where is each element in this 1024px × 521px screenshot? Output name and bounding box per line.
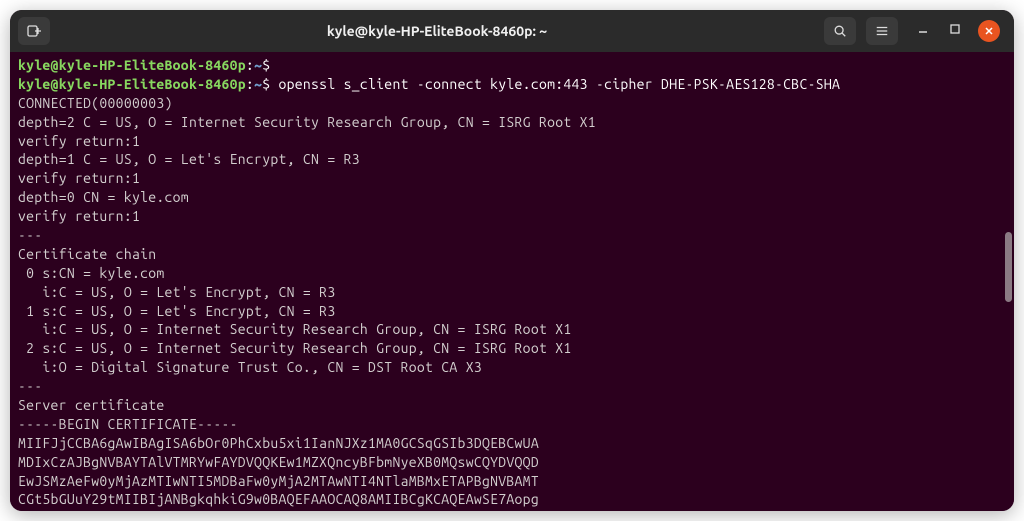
output-line: Server certificate [18, 396, 1006, 415]
titlebar-left [18, 17, 50, 45]
output-line: --- [18, 226, 1006, 245]
output-line: 0 s:CN = kyle.com [18, 264, 1006, 283]
window-controls [914, 20, 1000, 42]
prompt-colon: : [246, 76, 254, 92]
output-line: depth=1 C = US, O = Let's Encrypt, CN = … [18, 150, 1006, 169]
scrollbar-thumb[interactable] [1005, 232, 1012, 302]
close-button[interactable] [978, 20, 1000, 42]
terminal-window: kyle@kyle-HP-EliteBook-8460p: ~ [10, 10, 1014, 511]
output-line: verify return:1 [18, 132, 1006, 151]
close-icon [984, 26, 994, 36]
output-line: 2 s:C = US, O = Internet Security Resear… [18, 339, 1006, 358]
output-line: verify return:1 [18, 169, 1006, 188]
output-line: CGt5bGUuY29tMIIBIjANBgkqhkiG9w0BAQEFAAOC… [18, 490, 1006, 509]
minimize-button[interactable] [914, 20, 932, 38]
output-line: i:O = Digital Signature Trust Co., CN = … [18, 358, 1006, 377]
search-button[interactable] [824, 17, 856, 45]
output-line: EwJSMzAeFw0yMjAzMTIwNTI5MDBaFw0yMjA2MTAw… [18, 472, 1006, 491]
output-line: MDIxCzAJBgNVBAYTAlVTMRYwFAYDVQQKEw1MZXQn… [18, 453, 1006, 472]
output-line: depth=0 CN = kyle.com [18, 188, 1006, 207]
maximize-button[interactable] [946, 20, 964, 38]
output-line: i:C = US, O = Let's Encrypt, CN = R3 [18, 283, 1006, 302]
hamburger-icon [875, 24, 889, 38]
titlebar: kyle@kyle-HP-EliteBook-8460p: ~ [10, 10, 1014, 52]
terminal-body[interactable]: kyle@kyle-HP-EliteBook-8460p:~$ kyle@kyl… [10, 52, 1014, 511]
command-empty [270, 57, 278, 73]
minimize-icon [917, 23, 929, 35]
prompt-user: kyle@kyle-HP-EliteBook-8460p [18, 76, 246, 92]
titlebar-right [824, 17, 1006, 45]
prompt-line-1: kyle@kyle-HP-EliteBook-8460p:~$ [18, 56, 1006, 75]
window-title: kyle@kyle-HP-EliteBook-8460p: ~ [58, 23, 816, 39]
output-line: -----BEGIN CERTIFICATE----- [18, 415, 1006, 434]
output-line: MIIFJjCCBA6gAwIBAgISA6bOr0PhCxbu5xi1IanN… [18, 434, 1006, 453]
new-tab-icon [26, 23, 42, 39]
prompt-colon: : [246, 57, 254, 73]
prompt-line-2: kyle@kyle-HP-EliteBook-8460p:~$ openssl … [18, 75, 1006, 94]
prompt-path: ~ [254, 57, 262, 73]
output-line: depth=2 C = US, O = Internet Security Re… [18, 113, 1006, 132]
output-line: i:C = US, O = Internet Security Research… [18, 320, 1006, 339]
prompt-path: ~ [254, 76, 262, 92]
command-openssl: openssl s_client -connect kyle.com:443 -… [270, 76, 840, 92]
menu-button[interactable] [866, 17, 898, 45]
output-line: 1 s:C = US, O = Let's Encrypt, CN = R3 [18, 302, 1006, 321]
output-line: --- [18, 377, 1006, 396]
new-tab-button[interactable] [18, 17, 50, 45]
output-line: verify return:1 [18, 207, 1006, 226]
search-icon [833, 24, 847, 38]
output-line: CONNECTED(00000003) [18, 94, 1006, 113]
maximize-icon [949, 23, 961, 35]
prompt-user: kyle@kyle-HP-EliteBook-8460p [18, 57, 246, 73]
output-line: Certificate chain [18, 245, 1006, 264]
